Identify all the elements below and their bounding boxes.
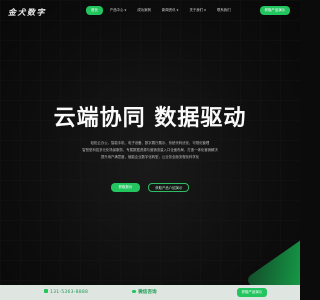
nav-item-label: 联系我们 xyxy=(217,8,231,12)
nav-item-cases[interactable]: 成功案例 xyxy=(133,6,155,15)
nav-item-label: 成功案例 xyxy=(137,8,151,12)
hero-description-line: 轻松云办公，智能手机、电子设备、数字展厅展示、系统代码优化、可视化管理 xyxy=(90,141,210,145)
phone-icon xyxy=(44,289,48,294)
product-intro-button[interactable]: 获取产品介绍演示 xyxy=(148,183,190,192)
nav-item-news[interactable]: 新闻资讯▼ xyxy=(158,6,183,15)
wechat-contact[interactable]: 微信咨询 xyxy=(132,285,157,300)
nav-item-label: 新闻资讯 xyxy=(161,8,176,12)
landing-page: 金犬数字 首页 产品中心▼ 成功案例 新闻资讯▼ 关于我们▼ 联系我们 获取产品… xyxy=(0,0,300,300)
chevron-down-icon: ▼ xyxy=(176,9,179,12)
nav-item-label: 关于我们 xyxy=(189,8,204,12)
main-nav: 首页 产品中心▼ 成功案例 新闻资讯▼ 关于我们▼ 联系我们 xyxy=(86,6,235,15)
chevron-down-icon: ▼ xyxy=(124,9,127,12)
nav-item-contact[interactable]: 联系我们 xyxy=(213,6,235,15)
nav-item-label: 首页 xyxy=(91,8,98,12)
nav-item-label: 产品中心 xyxy=(109,8,124,12)
footer-demo-button[interactable]: 获取产品演示 xyxy=(236,288,267,297)
hero-title: 云端协同 数据驱动 xyxy=(53,106,247,131)
header-demo-button[interactable]: 获取产品演示 xyxy=(259,6,290,15)
wechat-icon xyxy=(132,289,137,294)
hero-cta-row: 获取报价 获取产品介绍演示 xyxy=(0,183,300,192)
nav-item-about[interactable]: 关于我们▼ xyxy=(185,6,210,15)
nav-item-home[interactable]: 首页 xyxy=(86,6,103,15)
chevron-down-icon: ▼ xyxy=(204,9,207,12)
brand-logo[interactable]: 金犬数字 xyxy=(8,7,68,18)
phone-contact[interactable]: 131-5363-8888 xyxy=(44,285,88,300)
site-header: 金犬数字 首页 产品中心▼ 成功案例 新闻资讯▼ 关于我们▼ 联系我们 获取产品… xyxy=(0,0,300,24)
get-quote-button[interactable]: 获取报价 xyxy=(110,183,141,192)
nav-item-products[interactable]: 产品中心▼ xyxy=(106,6,131,15)
phone-number: 131-5363-8888 xyxy=(50,290,89,295)
contact-footer-bar: 131-5363-8888 微信咨询 获取产品演示 xyxy=(0,285,300,300)
hero-description: 轻松云办公，智能手机、电子设备、数字展厅展示、系统代码优化、可视化管理 智慧型科… xyxy=(60,140,240,162)
hero-description-line: 智慧型科技多元化场景服务，专属数据资源与营销流量入口全面布局，打造一体化营销解决 xyxy=(82,148,218,153)
wechat-label: 微信咨询 xyxy=(138,290,157,295)
hero-description-line: 提升用户满意度，赋能企业数字化转型，让业务全面流程化科学化 xyxy=(100,155,200,160)
